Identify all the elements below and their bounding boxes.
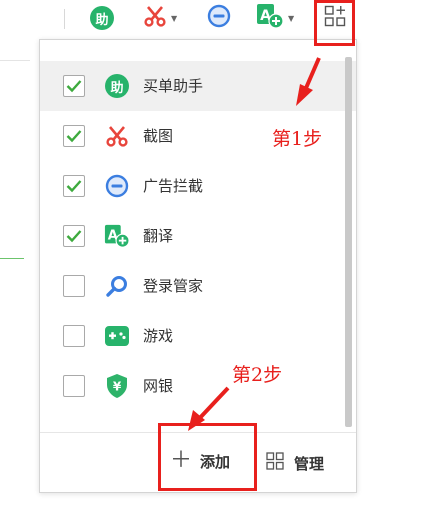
toolbar-translate-button[interactable]: A ▼ [256,3,294,33]
list-item[interactable]: 广告拦截 [40,161,356,211]
helper-icon: 助 [104,73,130,99]
list-item[interactable]: A 翻译 [40,211,356,261]
checkbox-checked[interactable] [63,75,85,97]
checkbox-checked[interactable] [63,175,85,197]
checkbox-unchecked[interactable] [63,325,85,347]
background-page-fragment [12,226,24,250]
translate-icon: A [104,223,130,249]
list-item-label: 截图 [143,127,174,145]
list-item-label: 游戏 [143,327,174,345]
shield-yen-icon: ¥ [104,373,130,399]
helper-icon: 助 [90,6,114,30]
checkbox-checked[interactable] [63,225,85,247]
list-item-label: 买单助手 [143,77,204,95]
gamepad-icon [104,323,130,349]
list-item-label: 网银 [143,377,174,395]
background-green-line [0,258,24,259]
background-divider [0,60,30,61]
checkbox-unchecked[interactable] [63,375,85,397]
chevron-down-icon[interactable]: ▼ [288,14,294,23]
manage-button[interactable]: 管理 [266,452,324,474]
translate-icon: A [256,3,284,33]
svg-text:¥: ¥ [113,380,122,394]
grid-icon [266,452,294,474]
minus-circle-icon [207,4,231,32]
scissors-icon [104,123,130,149]
highlight-box-toolbar-add [314,0,355,46]
highlight-box-add-button [158,423,257,491]
toolbar-adblock-button[interactable] [207,3,231,33]
scrollbar[interactable] [345,57,352,427]
list-item[interactable]: 登录管家 [40,261,356,311]
scissors-icon [143,4,167,32]
minus-circle-icon [104,173,130,199]
toolbar-separator [64,9,65,29]
checkbox-unchecked[interactable] [63,275,85,297]
toolbar-helper-button[interactable]: 助 [90,3,114,33]
list-item-label: 翻译 [143,227,174,245]
key-search-icon [104,273,130,299]
list-item[interactable]: ¥ 网银 [40,361,356,411]
list-item-label: 广告拦截 [143,177,204,195]
browser-toolbar: 助 ▼ A ▼ [0,0,446,36]
toolbar-screenshot-button[interactable]: ▼ [143,3,177,33]
list-item-label: 登录管家 [143,277,204,295]
step1-annotation: 第1步 [272,128,323,150]
checkbox-checked[interactable] [63,125,85,147]
list-item[interactable]: 助 买单助手 [40,61,356,111]
extension-list: 助 买单助手 截图 广告拦截 A 翻译 登录管家 游戏 ¥ 网银 [40,61,356,411]
chevron-down-icon[interactable]: ▼ [171,14,177,23]
step2-annotation: 第2步 [232,364,283,386]
screenshot-stage: 助 ▼ A ▼ 助 买单助手 截图 广告拦截 A 翻译 登录管家 游戏 ¥ 网银… [0,0,446,506]
list-item[interactable]: 游戏 [40,311,356,361]
manage-button-label: 管理 [294,454,325,473]
